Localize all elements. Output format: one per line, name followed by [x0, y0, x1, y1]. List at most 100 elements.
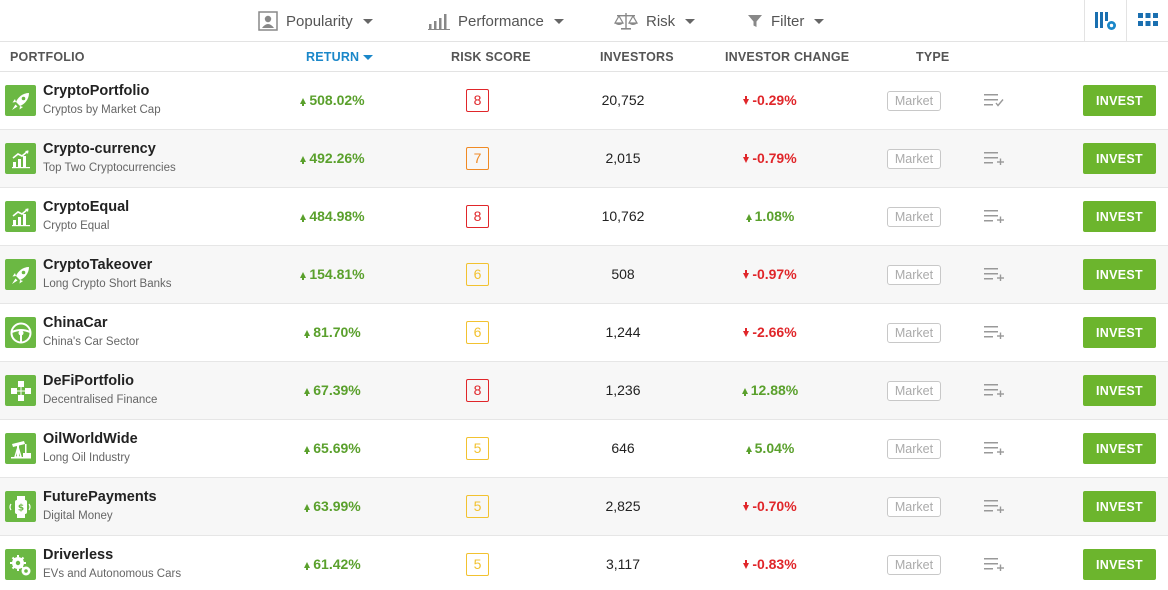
table-row[interactable]: ChinaCar China's Car Sector 81.70% 6 1,2…	[0, 304, 1168, 362]
portfolio-avatar[interactable]	[5, 375, 36, 406]
portfolio-avatar[interactable]	[5, 549, 36, 580]
column-header-risk-score[interactable]: RISK SCORE	[451, 42, 531, 72]
invest-button[interactable]: INVEST	[1083, 143, 1156, 174]
watchlist-button[interactable]	[984, 557, 1006, 576]
portfolio-name[interactable]: OilWorldWide	[43, 431, 138, 447]
table-row[interactable]: OilWorldWide Long Oil Industry 65.69% 5 …	[0, 420, 1168, 478]
portfolio-avatar[interactable]	[5, 433, 36, 464]
column-header-type[interactable]: TYPE	[916, 42, 949, 72]
rocket-icon	[11, 92, 29, 110]
portfolio-avatar[interactable]	[5, 85, 36, 116]
investor-change: -0.97%	[730, 266, 810, 282]
return-text: 61.42%	[313, 556, 361, 572]
type-badge: Market	[887, 555, 941, 575]
grid-view-button[interactable]	[1126, 0, 1168, 42]
portfolio-name[interactable]: CryptoPortfolio	[43, 83, 149, 99]
list-add-icon	[984, 558, 1004, 572]
risk-score-badge: 6	[466, 263, 489, 286]
svg-text:$: $	[17, 503, 23, 513]
filter-dropdown[interactable]: Filter	[747, 0, 825, 42]
investors-count: 508	[611, 266, 635, 282]
arrow-up-icon	[741, 388, 748, 396]
table-row[interactable]: CryptoPortfolio Cryptos by Market Cap 50…	[0, 72, 1168, 130]
risk-filter[interactable]: Risk	[614, 0, 696, 42]
table-row[interactable]: Crypto-currency Top Two Cryptocurrencies…	[0, 130, 1168, 188]
watchlist-button[interactable]	[984, 499, 1006, 518]
investor-change: -0.29%	[730, 92, 810, 108]
invest-button[interactable]: INVEST	[1083, 433, 1156, 464]
invest-button[interactable]: INVEST	[1083, 259, 1156, 290]
invest-button[interactable]: INVEST	[1083, 317, 1156, 348]
portfolio-name[interactable]: CryptoEqual	[43, 199, 129, 215]
watchlist-button[interactable]	[984, 441, 1006, 460]
arrow-down-icon	[743, 96, 750, 105]
risk-score-badge: 8	[466, 379, 489, 402]
invest-button[interactable]: INVEST	[1083, 201, 1156, 232]
portfolio-name[interactable]: Crypto-currency	[43, 141, 156, 157]
investor-change-text: -0.29%	[752, 92, 797, 108]
invest-button[interactable]: INVEST	[1083, 375, 1156, 406]
risk-score-badge: 8	[466, 205, 489, 228]
popularity-filter-label: Popularity	[286, 12, 353, 30]
table-row[interactable]: Driverless EVs and Autonomous Cars 61.42…	[0, 536, 1168, 590]
popularity-filter[interactable]: Popularity	[258, 0, 373, 42]
performance-filter-label: Performance	[458, 12, 544, 30]
list-add-icon	[984, 442, 1004, 456]
watchlist-button[interactable]	[984, 151, 1006, 170]
portfolio-avatar[interactable]	[5, 317, 36, 348]
performance-filter[interactable]: Performance	[428, 0, 564, 42]
watchlist-button[interactable]	[984, 93, 1006, 112]
chevron-down-icon	[814, 18, 825, 24]
portfolio-avatar[interactable]	[5, 259, 36, 290]
portfolio-name[interactable]: Driverless	[43, 547, 113, 563]
invest-button[interactable]: INVEST	[1083, 549, 1156, 580]
investor-change: -0.70%	[730, 498, 810, 514]
portfolio-name[interactable]: FuturePayments	[43, 489, 157, 505]
table-row[interactable]: CryptoEqual Crypto Equal 484.98% 8 10,76…	[0, 188, 1168, 246]
portfolio-avatar[interactable]	[5, 201, 36, 232]
portfolio-avatar[interactable]	[5, 143, 36, 174]
column-header-return-label: RETURN	[306, 50, 360, 64]
list-check-icon	[984, 94, 1004, 107]
return-value: 508.02%	[290, 92, 375, 108]
column-header-investor-change[interactable]: INVESTOR CHANGE	[725, 42, 849, 72]
invest-button[interactable]: INVEST	[1083, 491, 1156, 522]
filter-dropdown-label: Filter	[771, 12, 805, 30]
portfolio-avatar[interactable]: $	[5, 491, 36, 522]
investor-change: -2.66%	[730, 324, 810, 340]
watchlist-button[interactable]	[984, 209, 1006, 228]
list-add-icon	[984, 210, 1004, 224]
column-settings-button[interactable]	[1084, 0, 1126, 42]
portfolio-name[interactable]: CryptoTakeover	[43, 257, 152, 273]
watchlist-button[interactable]	[984, 383, 1006, 402]
portfolio-name[interactable]: ChinaCar	[43, 315, 107, 331]
column-header-investors[interactable]: INVESTORS	[600, 42, 674, 72]
return-text: 508.02%	[309, 92, 365, 108]
table-row[interactable]: CryptoTakeover Long Crypto Short Banks 1…	[0, 246, 1168, 304]
arrow-up-icon	[304, 562, 311, 570]
table-row[interactable]: $ FuturePayments Digital Money 63.99% 5 …	[0, 478, 1168, 536]
invest-button[interactable]: INVEST	[1083, 85, 1156, 116]
type-badge: Market	[887, 265, 941, 285]
bar-chart-icon	[428, 14, 450, 30]
investor-change-text: 12.88%	[750, 382, 799, 398]
investor-change: 1.08%	[730, 208, 810, 224]
column-header-portfolio[interactable]: PORTFOLIO	[10, 42, 85, 72]
portfolio-subtitle: Cryptos by Market Cap	[43, 104, 161, 116]
arrow-up-icon	[745, 446, 752, 454]
investors-count: 2,825	[605, 498, 641, 514]
steering-wheel-icon	[10, 322, 31, 343]
investors-count: 1,236	[605, 382, 641, 398]
watchlist-button[interactable]	[984, 325, 1006, 344]
portfolio-name[interactable]: DeFiPortfolio	[43, 373, 134, 389]
risk-score-badge: 5	[466, 553, 489, 576]
list-add-icon	[984, 500, 1004, 514]
return-value: 63.99%	[290, 498, 375, 514]
portfolio-subtitle: China's Car Sector	[43, 336, 140, 348]
table-row[interactable]: DeFiPortfolio Decentralised Finance 67.3…	[0, 362, 1168, 420]
column-header-return[interactable]: RETURN	[306, 42, 374, 72]
watchlist-button[interactable]	[984, 267, 1006, 286]
investor-change: -0.83%	[730, 556, 810, 572]
investor-change-text: -2.66%	[752, 324, 797, 340]
investors-count: 3,117	[606, 556, 640, 572]
